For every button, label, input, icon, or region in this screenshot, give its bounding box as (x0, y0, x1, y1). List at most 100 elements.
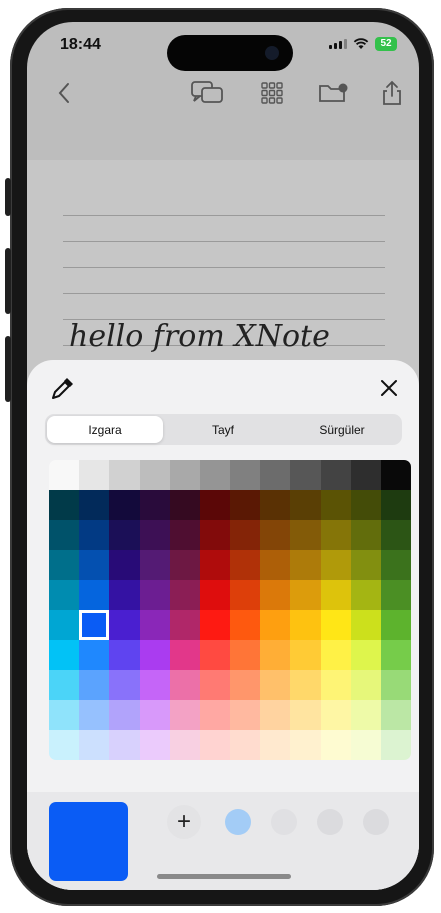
color-swatch[interactable] (169, 550, 201, 580)
color-swatch[interactable] (79, 610, 110, 640)
color-swatch[interactable] (290, 640, 321, 670)
color-swatch[interactable] (199, 670, 231, 700)
color-swatch[interactable] (230, 610, 261, 640)
color-swatch[interactable] (199, 700, 231, 730)
add-favorite-button[interactable]: + (167, 805, 201, 839)
color-swatch[interactable] (49, 460, 80, 490)
color-swatch[interactable] (350, 490, 382, 520)
chat-button[interactable] (189, 78, 225, 108)
color-swatch[interactable] (230, 640, 261, 670)
color-swatch[interactable] (320, 460, 352, 490)
eyedropper-button[interactable] (49, 376, 75, 402)
color-swatch[interactable] (79, 700, 110, 730)
color-swatch[interactable] (230, 490, 261, 520)
color-swatch[interactable] (49, 700, 80, 730)
color-swatch[interactable] (320, 520, 352, 550)
color-swatch[interactable] (109, 730, 140, 760)
color-swatch[interactable] (230, 580, 261, 610)
color-swatch[interactable] (380, 730, 411, 760)
grid-button[interactable] (257, 78, 287, 108)
color-swatch[interactable] (260, 610, 291, 640)
color-swatch[interactable] (109, 550, 140, 580)
tab-spectrum[interactable]: Tayf (165, 416, 281, 443)
color-swatch[interactable] (139, 580, 171, 610)
color-swatch[interactable] (260, 730, 291, 760)
color-swatch[interactable] (109, 670, 140, 700)
color-swatch[interactable] (380, 490, 411, 520)
color-swatch[interactable] (380, 670, 411, 700)
color-swatch[interactable] (350, 670, 382, 700)
color-swatch[interactable] (380, 700, 411, 730)
color-swatch[interactable] (49, 490, 80, 520)
color-swatch[interactable] (49, 550, 80, 580)
color-swatch[interactable] (49, 580, 80, 610)
color-swatch[interactable] (199, 610, 231, 640)
color-swatch[interactable] (139, 550, 171, 580)
color-swatch[interactable] (139, 460, 171, 490)
color-swatch[interactable] (169, 520, 201, 550)
color-swatch[interactable] (169, 730, 201, 760)
color-swatch[interactable] (79, 670, 110, 700)
color-swatch[interactable] (350, 730, 382, 760)
color-swatch[interactable] (199, 730, 231, 760)
color-swatch[interactable] (320, 730, 352, 760)
color-swatch[interactable] (380, 640, 411, 670)
color-swatch[interactable] (260, 490, 291, 520)
color-swatch[interactable] (290, 490, 321, 520)
color-swatch[interactable] (199, 520, 231, 550)
favorite-color[interactable] (363, 809, 389, 835)
color-swatch[interactable] (380, 460, 411, 490)
color-swatch[interactable] (290, 550, 321, 580)
color-swatch[interactable] (79, 730, 110, 760)
color-swatch[interactable] (230, 730, 261, 760)
share-button[interactable] (377, 78, 407, 108)
color-swatch[interactable] (350, 520, 382, 550)
color-swatch[interactable] (350, 580, 382, 610)
color-swatch[interactable] (49, 520, 80, 550)
color-swatch[interactable] (320, 700, 352, 730)
color-swatch[interactable] (109, 640, 140, 670)
color-swatch[interactable] (79, 520, 110, 550)
color-swatch[interactable] (260, 550, 291, 580)
color-swatch[interactable] (290, 610, 321, 640)
color-swatch[interactable] (350, 640, 382, 670)
back-button[interactable] (49, 78, 79, 108)
color-swatch[interactable] (79, 550, 110, 580)
color-swatch[interactable] (230, 550, 261, 580)
color-swatch[interactable] (109, 700, 140, 730)
color-swatch[interactable] (199, 550, 231, 580)
color-swatch[interactable] (79, 580, 110, 610)
color-swatch[interactable] (139, 730, 171, 760)
color-swatch[interactable] (320, 610, 352, 640)
color-swatch[interactable] (199, 460, 231, 490)
color-swatch[interactable] (290, 700, 321, 730)
favorite-color[interactable] (225, 809, 251, 835)
color-swatch[interactable] (199, 640, 231, 670)
color-swatch[interactable] (169, 580, 201, 610)
color-swatch[interactable] (79, 460, 110, 490)
color-swatch[interactable] (380, 580, 411, 610)
color-swatch[interactable] (230, 670, 261, 700)
color-swatch[interactable] (169, 610, 201, 640)
color-swatch[interactable] (169, 700, 201, 730)
color-swatch[interactable] (260, 460, 291, 490)
folder-button[interactable] (317, 78, 351, 108)
color-swatch[interactable] (139, 490, 171, 520)
color-swatch[interactable] (139, 610, 171, 640)
color-swatch[interactable] (350, 550, 382, 580)
color-swatch[interactable] (320, 490, 352, 520)
color-swatch[interactable] (109, 520, 140, 550)
color-swatch[interactable] (260, 580, 291, 610)
color-swatch[interactable] (320, 550, 352, 580)
color-swatch[interactable] (290, 670, 321, 700)
color-swatch[interactable] (139, 520, 171, 550)
color-swatch[interactable] (79, 640, 110, 670)
color-swatch[interactable] (320, 670, 352, 700)
color-swatch[interactable] (380, 550, 411, 580)
close-button[interactable] (377, 376, 401, 400)
color-swatch[interactable] (169, 640, 201, 670)
color-swatch[interactable] (230, 700, 261, 730)
color-swatch[interactable] (199, 580, 231, 610)
favorite-color[interactable] (317, 809, 343, 835)
color-swatch[interactable] (49, 670, 80, 700)
